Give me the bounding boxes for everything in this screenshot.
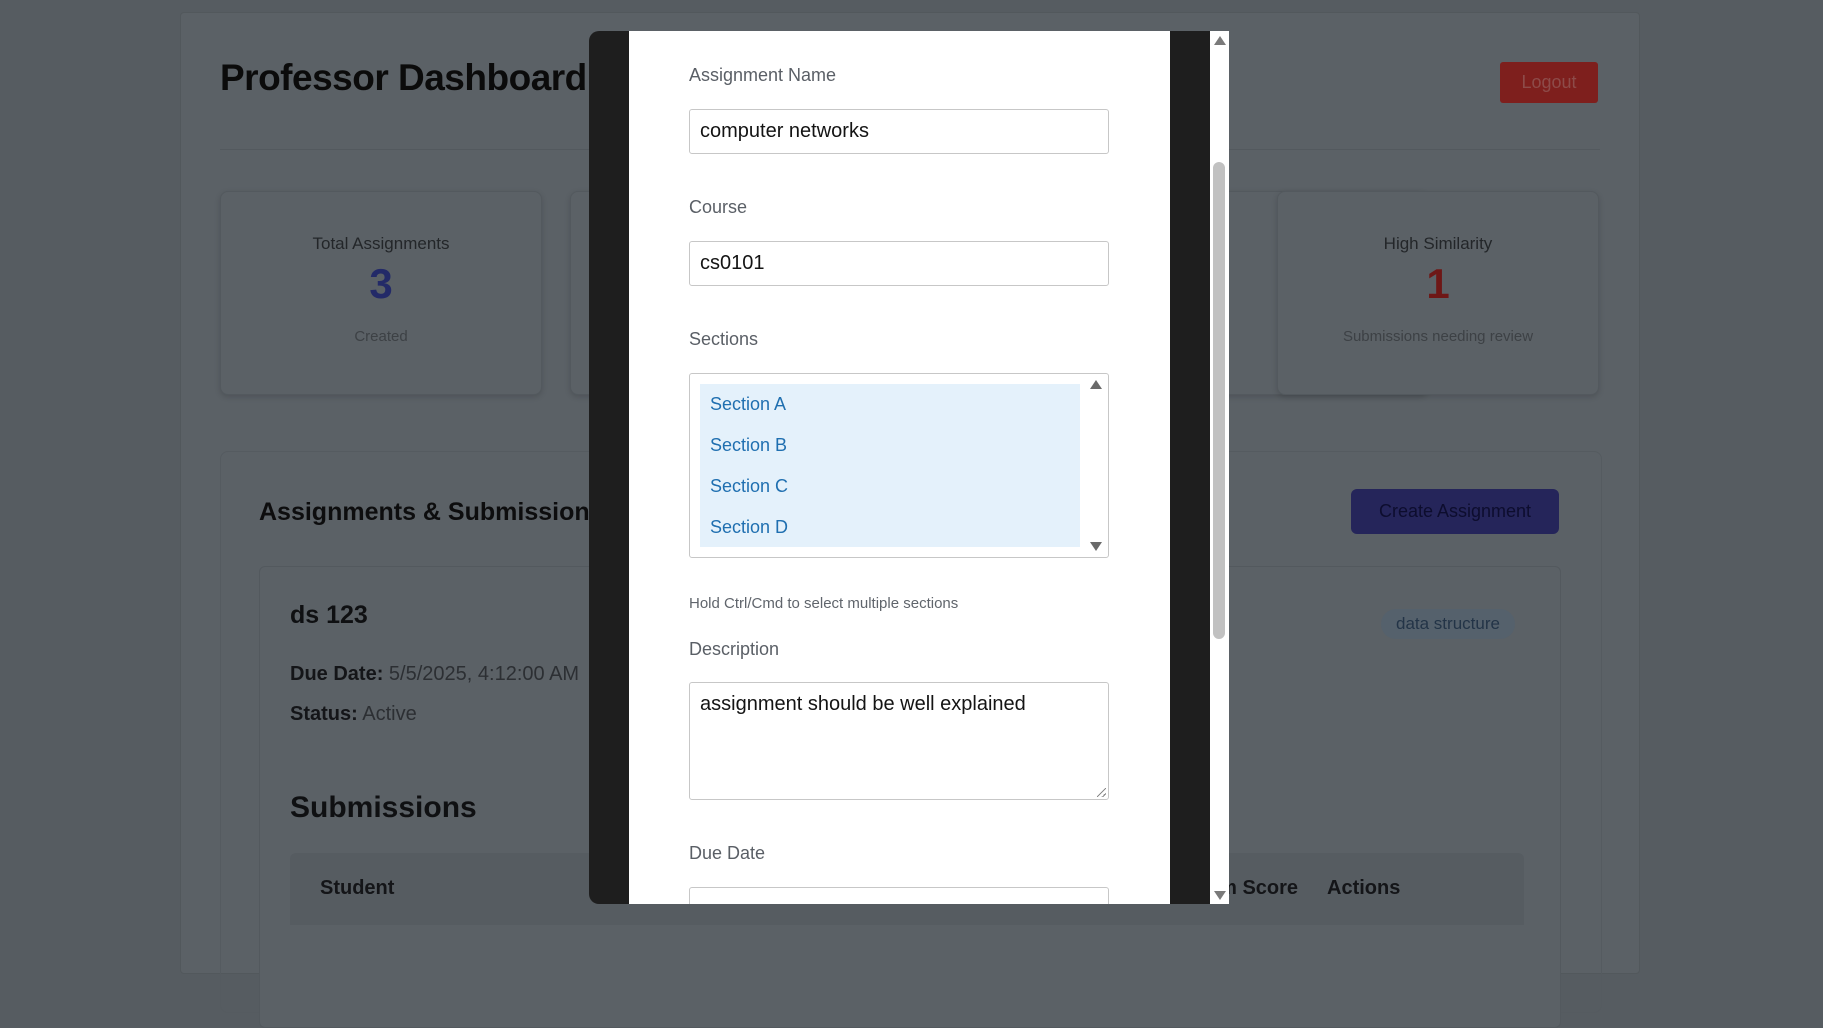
due-date-line: Due Date: 5/5/2025, 4:12:00 AM — [290, 663, 579, 686]
section-option-b[interactable]: Section B — [700, 425, 1080, 466]
course-label: Course — [689, 197, 748, 217]
description-textarea[interactable]: assignment should be well explained — [689, 682, 1109, 800]
status-label: Status: — [290, 703, 358, 725]
scroll-down-icon[interactable] — [1214, 891, 1226, 900]
stat-sub: Created — [354, 328, 408, 345]
stat-label: High Similarity — [1383, 234, 1493, 253]
stat-value: 1 — [1426, 260, 1450, 307]
section-title: Assignments & Submissions — [259, 498, 604, 526]
status-line: Status: Active — [290, 703, 417, 726]
course-tag: data structure — [1381, 609, 1515, 639]
due-date-label: Due Date — [689, 843, 766, 863]
page-title: Professor Dashboard — [220, 57, 587, 98]
scrollbar-thumb[interactable] — [1213, 162, 1225, 639]
sections-hint: Hold Ctrl/Cmd to select multiple section… — [689, 595, 959, 612]
due-date-input[interactable] — [689, 887, 1109, 904]
scroll-up-icon[interactable] — [1214, 36, 1226, 45]
due-date-value: 5/5/2025, 4:12:00 AM — [388, 663, 580, 685]
description-label: Description — [689, 639, 780, 659]
resize-grip-icon[interactable] — [1097, 788, 1106, 797]
stat-sub: Submissions needing review — [1342, 328, 1534, 345]
stat-card-total-assignments: Total Assignments 3 Created — [220, 191, 542, 395]
modal-scrollbar[interactable] — [1210, 31, 1229, 904]
scroll-down-icon[interactable] — [1090, 542, 1102, 551]
assignment-title: ds 123 — [290, 601, 368, 629]
sections-options: Section A Section B Section C Section D — [700, 384, 1080, 547]
due-date-label: Due Date: — [290, 663, 384, 685]
stat-card-high-similarity: High Similarity 1 Submissions needing re… — [1277, 191, 1599, 395]
section-option-c[interactable]: Section C — [700, 466, 1080, 507]
scroll-up-icon[interactable] — [1090, 380, 1102, 389]
sections-multiselect[interactable]: Section A Section B Section C Section D — [689, 373, 1109, 558]
stat-label: Total Assignments — [312, 234, 450, 253]
create-assignment-button[interactable]: Create Assignment — [1351, 489, 1559, 534]
sections-label: Sections — [689, 329, 759, 349]
create-assignment-form: Assignment Name computer networks Course… — [629, 31, 1170, 904]
submissions-title: Submissions — [290, 791, 477, 824]
column-actions: Actions — [1327, 877, 1401, 899]
assignment-name-label: Assignment Name — [689, 65, 837, 85]
assignment-name-input[interactable]: computer networks — [689, 109, 1109, 154]
logout-button[interactable]: Logout — [1500, 62, 1598, 103]
course-input[interactable]: cs0101 — [689, 241, 1109, 286]
section-option-d[interactable]: Section D — [700, 507, 1080, 548]
stat-value: 3 — [369, 260, 393, 307]
status-value: Active — [362, 703, 417, 725]
section-option-a[interactable]: Section A — [700, 384, 1080, 425]
column-student: Student — [320, 877, 395, 899]
